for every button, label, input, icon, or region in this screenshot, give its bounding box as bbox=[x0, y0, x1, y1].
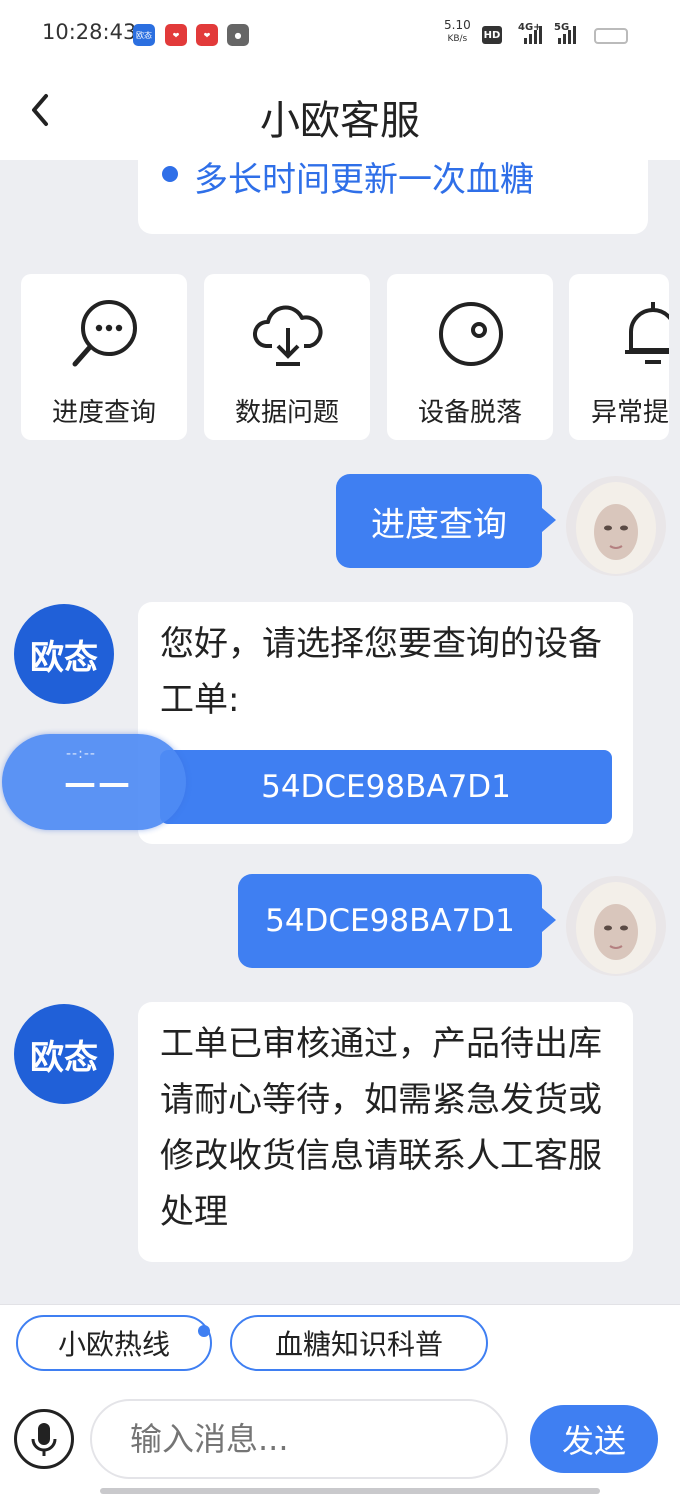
clock: 10:28:43 bbox=[42, 20, 137, 44]
signal-icon-2 bbox=[558, 24, 576, 44]
faq-card: 多长时间更新一次血糖 bbox=[138, 160, 648, 234]
order-select-button[interactable]: 54DCE98BA7D1 bbox=[160, 750, 612, 824]
bot-message-text: 您好，请选择您要查询的设备工单: bbox=[160, 624, 602, 720]
status-bar: 10:28:43 欧态 ❤ ❤ ● 5.10 KB/s HD 4G+ 5G bbox=[0, 0, 680, 70]
oudtai-app-icon: 欧态 bbox=[133, 24, 155, 46]
user-message: 进度查询 bbox=[336, 474, 556, 568]
network-speed: 5.10 KB/s bbox=[444, 18, 471, 46]
floating-widget[interactable]: --:-- —— bbox=[2, 734, 186, 830]
page-title: 小欧客服 bbox=[260, 98, 420, 144]
quick-action-alert[interactable]: 异常提 bbox=[569, 274, 669, 440]
red-app-icon-1: ❤ bbox=[165, 24, 187, 46]
quick-action-label: 设备脱落 bbox=[417, 398, 522, 428]
user-avatar bbox=[566, 476, 666, 576]
network-speed-value: 5.10 bbox=[444, 18, 471, 32]
search-chat-icon bbox=[72, 300, 137, 367]
message-input[interactable] bbox=[90, 1399, 508, 1479]
quick-action-label: 进度查询 bbox=[51, 398, 156, 428]
bot-message-text: 工单已审核通过，产品待出库请耐心等待，如需紧急发货或修改收货信息请联系人工客服处… bbox=[160, 1024, 602, 1232]
quick-action-progress[interactable]: 进度查询 bbox=[21, 274, 187, 440]
chip-label: 小欧热线 bbox=[57, 1328, 170, 1361]
bottom-bar: 小欧热线 血糖知识科普 发送 bbox=[0, 1304, 680, 1496]
header: 小欧客服 bbox=[0, 70, 680, 160]
microphone-icon bbox=[31, 1423, 57, 1456]
floating-widget-value: —— bbox=[64, 764, 132, 802]
chip-glucose-knowledge[interactable]: 血糖知识科普 bbox=[230, 1315, 488, 1371]
faq-link[interactable]: 多长时间更新一次血糖 bbox=[194, 152, 534, 201]
disc-icon bbox=[439, 302, 503, 366]
cloud-download-icon bbox=[253, 305, 323, 366]
quick-action-label: 数据问题 bbox=[234, 398, 339, 428]
hd-icon: HD bbox=[482, 26, 502, 44]
floating-widget-time: --:-- bbox=[66, 746, 96, 762]
user-avatar bbox=[566, 876, 666, 976]
voice-button[interactable] bbox=[14, 1409, 74, 1469]
chip-label: 血糖知识科普 bbox=[274, 1328, 443, 1361]
quick-action-data[interactable]: 数据问题 bbox=[204, 274, 370, 440]
signal-icon-1 bbox=[524, 24, 542, 44]
user-message: 54DCE98BA7D1 bbox=[238, 874, 556, 968]
notification-dot bbox=[198, 1325, 210, 1337]
send-button[interactable]: 发送 bbox=[530, 1405, 658, 1473]
bot-avatar: 欧态 bbox=[14, 1004, 114, 1104]
chip-hotline[interactable]: 小欧热线 bbox=[16, 1315, 212, 1371]
bot-avatar: 欧态 bbox=[14, 604, 114, 704]
user-avatar-image bbox=[566, 876, 666, 976]
gray-app-icon: ● bbox=[227, 24, 249, 46]
home-indicator bbox=[100, 1488, 600, 1494]
network-speed-unit: KB/s bbox=[447, 34, 468, 44]
battery-icon bbox=[594, 28, 628, 44]
bell-icon bbox=[625, 302, 669, 364]
quick-action-label: 异常提 bbox=[591, 398, 669, 428]
bullet-dot bbox=[162, 166, 178, 182]
red-app-icon-2: ❤ bbox=[196, 24, 218, 46]
bot-message: 工单已审核通过，产品待出库请耐心等待，如需紧急发货或修改收货信息请联系人工客服处… bbox=[138, 1002, 633, 1262]
user-avatar-image bbox=[566, 476, 666, 576]
quick-action-device[interactable]: 设备脱落 bbox=[387, 274, 553, 440]
